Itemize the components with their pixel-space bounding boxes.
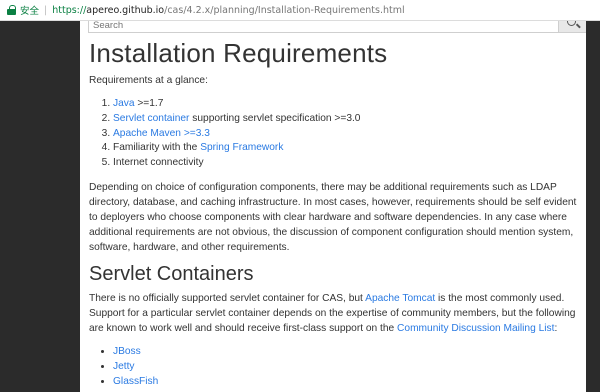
jetty-link[interactable]: Jetty [113,361,135,372]
servlet-text-3: : [554,322,558,334]
url-host: apereo.github.io [86,4,165,16]
servlet-text-1: There is no officially supported servlet… [89,293,366,304]
apache-maven-link[interactable]: Apache Maven [113,128,181,139]
glassfish-link[interactable]: GlassFish [113,376,158,387]
url-protocol: https:// [52,4,87,16]
list-item: GlassFish [113,375,158,390]
list-item: Apache Maven >=3.3 [113,127,360,142]
apache-tomcat-link[interactable]: Apache Tomcat [365,293,435,304]
list-item: Servlet container supporting servlet spe… [113,112,360,127]
list-item: Java >=1.7 [113,97,360,112]
servlet-spec-text: supporting servlet specification >=3.0 [189,112,361,124]
requirements-list: Java >=1.7 Servlet container supporting … [89,97,360,171]
address-bar[interactable]: 安全 | https://apereo.github.io/cas/4.2.x/… [0,0,600,21]
search-box [88,21,586,33]
java-version: >=1.7 [134,98,164,109]
list-item: Jetty [113,360,158,375]
address-separator: | [44,4,48,16]
servlet-paragraph: There is no officially supported servlet… [89,292,583,337]
list-item: Internet connectivity [113,156,360,171]
right-gutter [586,21,600,392]
maven-version-link[interactable]: >=3.3 [184,128,210,139]
jboss-link[interactable]: JBoss [113,346,141,357]
left-gutter [0,21,80,392]
containers-list: JBoss Jetty GlassFish [89,345,158,389]
intro-text: Requirements at a glance: [89,75,208,86]
internet-text: Internet connectivity [113,157,204,169]
search-button[interactable] [558,21,586,33]
spring-framework-link[interactable]: Spring Framework [200,142,283,153]
lock-icon [7,5,16,15]
secure-label: 安全 [20,6,40,17]
java-link[interactable]: Java [113,98,135,109]
section-title: Servlet Containers [89,263,254,285]
requirements-paragraph: Depending on choice of configuration com… [89,182,577,253]
list-item: Familiarity with the Spring Framework [113,141,360,156]
url-path: /cas/4.2.x/planning/Installation-Require… [164,4,405,16]
search-input[interactable] [89,21,553,33]
page-content: Installation Requirements Requirements a… [80,21,586,392]
servlet-container-link[interactable]: Servlet container [113,113,189,124]
list-item: JBoss [113,345,158,360]
spring-text: Familiarity with the [113,142,201,154]
mailing-list-link[interactable]: Community Discussion Mailing List [397,323,554,334]
url-text[interactable]: https://apereo.github.io/cas/4.2.x/plann… [52,5,404,16]
page-title: Installation Requirements [89,38,388,68]
